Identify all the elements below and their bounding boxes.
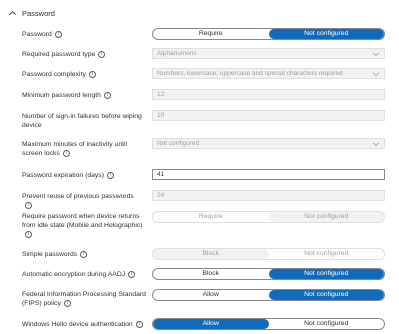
simple-not-configured-option[interactable]: Not configured	[269, 249, 385, 259]
setting-label: Password complexity i	[22, 70, 142, 79]
section-header-password[interactable]: Password	[8, 7, 55, 19]
setting-label: Automatic encryption during AADJ i	[22, 270, 150, 279]
chevron-up-icon	[9, 10, 16, 15]
simple-passwords-toggle: Block Not configured	[152, 248, 385, 260]
setting-label: Required password type i	[22, 50, 142, 59]
idle-not-configured-option[interactable]: Not configured	[268, 212, 384, 222]
inactivity-dropdown[interactable]: Not configured	[152, 138, 385, 149]
info-icon[interactable]: i	[25, 230, 32, 238]
hello-toggle: Allow Not configured	[152, 318, 385, 330]
password-expiration-input[interactable]: 41	[152, 169, 385, 180]
setting-label: Prevent reuse of previous passwordsi	[22, 193, 134, 209]
info-icon[interactable]: i	[103, 91, 111, 99]
setting-label: Maximum minutes of inactivity until scre…	[22, 141, 128, 157]
info-icon[interactable]: i	[106, 171, 114, 179]
setting-label: Federal Information Processing Standard …	[22, 291, 146, 307]
setting-label: Require password when device returns fro…	[22, 213, 143, 238]
section-title: Password	[22, 8, 55, 18]
setting-label: Password expiration (days) i	[22, 171, 142, 180]
encryption-toggle: Block Not configured	[152, 268, 385, 280]
info-icon[interactable]: i	[88, 70, 96, 78]
idle-require-option[interactable]: Require	[153, 212, 269, 222]
fips-not-configured-option[interactable]: Not configured	[268, 290, 384, 300]
password-not-configured-option[interactable]: Not configured	[268, 29, 384, 39]
encryption-not-configured-option[interactable]: Not configured	[268, 269, 384, 279]
chevron-down-icon	[372, 52, 380, 57]
setting-label: Number of sign-in failures before wiping…	[22, 113, 142, 129]
setting-label: Minimum password length i	[22, 91, 142, 100]
sign-in-failures-input[interactable]: 10	[152, 110, 385, 121]
fips-allow-option[interactable]: Allow	[153, 290, 269, 300]
info-icon[interactable]: i	[98, 50, 106, 58]
info-icon[interactable]: i	[135, 320, 143, 328]
chevron-down-icon	[372, 142, 380, 147]
password-complexity-dropdown[interactable]: Numbers, lowercase, uppercase and specia…	[152, 68, 385, 79]
setting-label: Windows Hello device authentication i	[22, 320, 150, 329]
simple-block-option[interactable]: Block	[153, 249, 269, 259]
info-icon[interactable]: i	[128, 270, 136, 278]
info-icon[interactable]: i	[80, 250, 88, 258]
password-type-dropdown[interactable]: Alphanumeric	[152, 48, 385, 59]
chevron-down-icon	[372, 72, 380, 77]
prevent-reuse-input[interactable]: 24	[152, 190, 385, 201]
setting-label: Password i	[22, 30, 142, 39]
setting-label: Simple passwords i	[22, 250, 142, 259]
fips-toggle: Allow Not configured	[152, 289, 385, 301]
hello-allow-option[interactable]: Allow	[153, 319, 269, 329]
info-icon[interactable]: i	[62, 149, 70, 157]
password-require-option[interactable]: Require	[153, 29, 269, 39]
password-toggle: Require Not configured	[152, 28, 385, 40]
encryption-block-option[interactable]: Block	[153, 269, 269, 279]
info-icon[interactable]: i	[54, 30, 62, 38]
hello-not-configured-option[interactable]: Not configured	[269, 319, 385, 329]
min-length-input[interactable]: 12	[152, 89, 385, 100]
info-icon[interactable]: i	[63, 299, 71, 307]
info-icon[interactable]: i	[25, 201, 32, 209]
idle-toggle: Require Not configured	[152, 211, 385, 223]
